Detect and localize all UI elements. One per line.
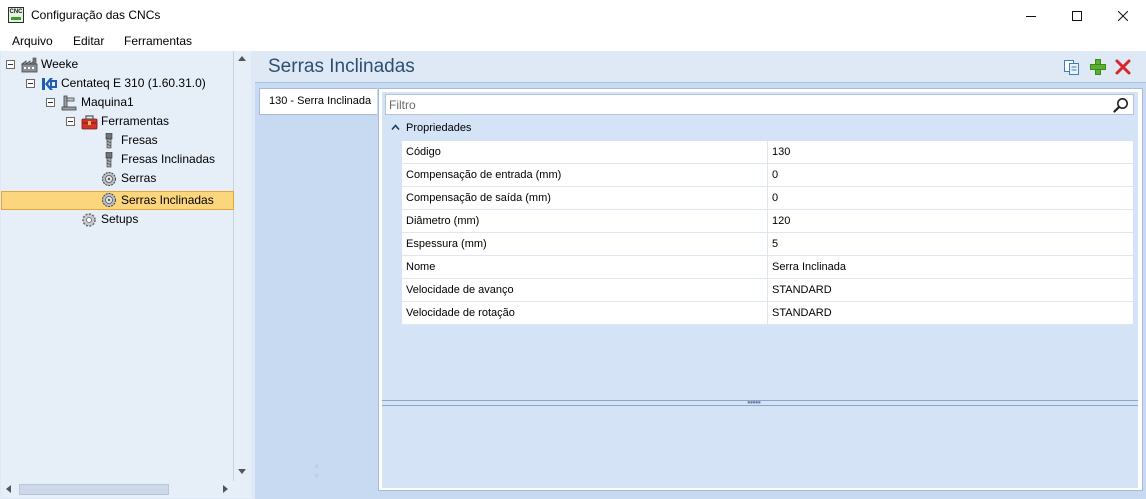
property-category-label: Propriedades xyxy=(406,122,472,134)
page-title: Serras Inclinadas xyxy=(268,56,415,77)
menu-editar[interactable]: Editar xyxy=(73,34,104,48)
add-button[interactable] xyxy=(1089,58,1107,76)
chevron-down-icon[interactable]: ▼ xyxy=(312,471,321,482)
tree-node-serras-inclinadas[interactable]: Serras Inclinadas xyxy=(101,191,226,210)
property-category[interactable]: Propriedades xyxy=(385,118,1134,140)
property-value[interactable]: STANDARD xyxy=(772,284,832,296)
grip-icon: ●●●●● xyxy=(747,400,761,406)
saw-blade-icon xyxy=(101,171,117,187)
machine-icon xyxy=(61,95,77,111)
tree-node-ferramentas[interactable]: Ferramentas xyxy=(66,112,226,131)
close-icon xyxy=(1118,10,1128,21)
collapse-toggle[interactable] xyxy=(66,117,75,126)
tree-node-weeke[interactable]: Weeke xyxy=(6,55,226,74)
tree-node-label: Serras Inclinadas xyxy=(121,193,214,207)
add-icon xyxy=(1090,59,1106,75)
filter-box[interactable] xyxy=(385,94,1134,115)
tree-node-fresas[interactable]: Fresas xyxy=(101,131,226,150)
tree-node-label: Fresas xyxy=(121,133,158,147)
saw-blade-icon xyxy=(101,192,117,208)
filter-input[interactable] xyxy=(389,96,1109,113)
close-button[interactable] xyxy=(1100,0,1146,31)
property-value[interactable]: 120 xyxy=(772,215,790,227)
tree-node-maquina1[interactable]: Maquina1 xyxy=(46,93,226,112)
property-row[interactable]: Velocidade de rotação STANDARD xyxy=(402,302,1133,325)
property-value[interactable]: 5 xyxy=(772,238,778,250)
property-name: Velocidade de rotação xyxy=(406,307,515,319)
menu-bar: Arquivo Editar Ferramentas xyxy=(0,31,1146,51)
property-value[interactable]: 130 xyxy=(772,146,790,158)
list-item[interactable]: 130 - Serra Inclinada xyxy=(259,88,377,115)
scroll-down-icon[interactable] xyxy=(238,469,246,474)
delete-button[interactable] xyxy=(1114,58,1132,76)
tree-node-setups[interactable]: Setups xyxy=(81,210,226,229)
property-name: Código xyxy=(406,146,441,158)
machine-logo-icon xyxy=(41,76,57,92)
property-name: Nome xyxy=(406,261,436,273)
window-title: Configuração das CNCs xyxy=(31,8,161,22)
copy-button[interactable] xyxy=(1063,58,1081,76)
delete-icon xyxy=(1115,59,1131,75)
collapse-toggle[interactable] xyxy=(46,98,55,107)
collapse-toggle[interactable] xyxy=(26,79,35,88)
property-name: Diâmetro (mm) xyxy=(406,215,480,227)
scroll-up-icon[interactable] xyxy=(238,56,246,61)
property-value[interactable]: STANDARD xyxy=(772,307,832,319)
property-row[interactable]: Código 130 xyxy=(402,141,1133,164)
scroll-left-icon[interactable] xyxy=(6,485,11,493)
property-name: Compensação de saída (mm) xyxy=(406,192,551,204)
maximize-icon xyxy=(1072,10,1082,21)
minimize-icon xyxy=(1026,15,1036,17)
property-row[interactable]: Compensação de entrada (mm) 0 xyxy=(402,164,1133,187)
property-name: Compensação de entrada (mm) xyxy=(406,169,562,181)
description-area xyxy=(382,406,1138,488)
property-name: Velocidade de avanço xyxy=(406,284,514,296)
tree-node-label: Serras xyxy=(121,171,157,185)
scroll-right-icon[interactable] xyxy=(223,485,228,493)
tree-vertical-scrollbar[interactable] xyxy=(234,51,251,481)
gear-icon xyxy=(81,212,97,228)
tree-horizontal-scrollbar[interactable] xyxy=(1,481,251,498)
scroll-thumb[interactable] xyxy=(19,484,169,495)
property-row[interactable]: Compensação de saída (mm) 0 xyxy=(402,187,1133,210)
app-icon: CNC xyxy=(8,7,24,23)
tree-node-serras[interactable]: Serras xyxy=(101,169,226,188)
search-icon[interactable] xyxy=(1113,97,1129,116)
property-name: Espessura (mm) xyxy=(406,238,487,250)
chevron-up-icon[interactable]: ▲ xyxy=(312,460,321,471)
tree-node-fresas-inclinadas[interactable]: Fresas Inclinadas xyxy=(101,150,226,169)
tree-node-label: Weeke xyxy=(41,57,79,71)
maximize-button[interactable] xyxy=(1054,0,1100,31)
property-value[interactable]: 0 xyxy=(772,169,778,181)
toolbox-icon xyxy=(81,114,98,130)
collapse-toggle[interactable] xyxy=(6,60,15,69)
tree-node-centateq[interactable]: Centateq E 310 (1.60.31.0) xyxy=(26,74,226,93)
title-bar: CNC Configuração das CNCs xyxy=(0,0,1146,31)
property-row[interactable]: Espessura (mm) 5 xyxy=(402,233,1133,256)
property-value[interactable]: Serra Inclinada xyxy=(772,261,846,273)
chevron-up-icon[interactable] xyxy=(391,123,400,135)
tree-node-label: Ferramentas xyxy=(101,114,170,128)
item-list-pane xyxy=(259,86,378,495)
factory-icon xyxy=(20,57,38,73)
menu-arquivo[interactable]: Arquivo xyxy=(12,34,53,48)
copy-icon xyxy=(1064,60,1079,75)
tree-node-label: Setups xyxy=(101,212,139,226)
drill-bit-icon xyxy=(101,151,117,168)
drill-bit-icon xyxy=(101,132,117,149)
tree-node-label: Centateq E 310 (1.60.31.0) xyxy=(61,76,206,90)
property-value[interactable]: 0 xyxy=(772,192,778,204)
list-scroll-arrows: ▲ ▼ xyxy=(312,460,321,482)
minimize-button[interactable] xyxy=(1008,0,1054,31)
property-row[interactable]: Diâmetro (mm) 120 xyxy=(402,210,1133,233)
tree-node-label: Fresas Inclinadas xyxy=(121,152,216,166)
property-row[interactable]: Velocidade de avanço STANDARD xyxy=(402,279,1133,302)
tree-node-label: Maquina1 xyxy=(81,95,134,109)
property-row[interactable]: Nome Serra Inclinada xyxy=(402,256,1133,279)
menu-ferramentas[interactable]: Ferramentas xyxy=(124,34,192,48)
